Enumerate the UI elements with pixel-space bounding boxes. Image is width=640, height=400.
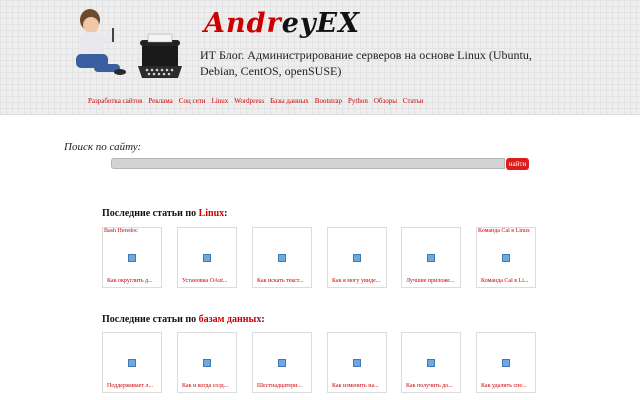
article-card[interactable]: Как удалить спе... bbox=[476, 332, 536, 393]
nav-item-reviews[interactable]: Обзоры bbox=[374, 97, 397, 105]
card-caption[interactable]: Лучшие приложе... bbox=[406, 278, 458, 284]
section-title-suffix: : bbox=[261, 314, 265, 325]
card-image-alt-text: Bash Heredoc bbox=[104, 228, 138, 234]
broken-image-icon bbox=[203, 254, 211, 262]
card-caption[interactable]: Установка OAut... bbox=[182, 278, 234, 284]
section-title-databases: Последние статьи по базам данных: bbox=[102, 314, 265, 325]
section-title-linux: Последние статьи по Linux: bbox=[102, 208, 228, 219]
broken-image-icon bbox=[128, 254, 136, 262]
nav-item-databases[interactable]: Базы данных bbox=[270, 97, 309, 105]
logo-boy-typewriter-image[interactable] bbox=[68, 6, 186, 84]
card-caption[interactable]: Как я могу увиде... bbox=[332, 278, 384, 284]
site-header: AndreyEX ИТ Блог. Администрирование серв… bbox=[0, 0, 640, 115]
search-input[interactable] bbox=[111, 158, 505, 169]
nav-item-wordpress[interactable]: Wordpress bbox=[234, 97, 264, 105]
article-card[interactable]: Как получить до... bbox=[401, 332, 461, 393]
card-caption[interactable]: Как получить до... bbox=[406, 383, 458, 389]
article-card[interactable]: Установка OAut... bbox=[177, 227, 237, 288]
site-title-link[interactable]: AndreyEX bbox=[204, 8, 360, 39]
search-label: Поиск по сайту: bbox=[64, 141, 142, 153]
card-caption[interactable]: Как и когда созд... bbox=[182, 383, 234, 389]
article-card[interactable]: Как искать текст... bbox=[252, 227, 312, 288]
article-card[interactable]: Команда Cal в Linux Команда Cal в Li... bbox=[476, 227, 536, 288]
broken-image-icon bbox=[353, 254, 361, 262]
card-caption[interactable]: Как искать текст... bbox=[257, 278, 309, 284]
card-caption[interactable]: Как округлить д... bbox=[107, 278, 159, 284]
card-caption[interactable]: Команда Cal в Li... bbox=[481, 278, 533, 284]
article-card[interactable]: Как изменить на... bbox=[327, 332, 387, 393]
nav-item-bootstrap[interactable]: Bootstrap bbox=[315, 97, 342, 105]
nav-item-linux[interactable]: Linux bbox=[212, 97, 229, 105]
card-caption[interactable]: Как удалить спе... bbox=[481, 383, 533, 389]
section-title-highlight[interactable]: базам данных bbox=[199, 314, 262, 325]
broken-image-icon bbox=[427, 359, 435, 367]
broken-image-icon bbox=[278, 359, 286, 367]
site-title-red-part: Andr bbox=[204, 8, 282, 39]
broken-image-icon bbox=[128, 359, 136, 367]
card-image-alt-text: Команда Cal в Linux bbox=[478, 228, 530, 234]
section-title-prefix: Последние статьи по bbox=[102, 314, 199, 325]
nav-item-ads[interactable]: Реклама bbox=[148, 97, 172, 105]
card-caption[interactable]: Как изменить на... bbox=[332, 383, 384, 389]
nav-item-web-dev[interactable]: Разработка сайтов bbox=[88, 97, 142, 105]
broken-image-icon bbox=[427, 254, 435, 262]
article-card[interactable]: Поддерживает л... bbox=[102, 332, 162, 393]
section-title-prefix: Последние статьи по bbox=[102, 208, 199, 219]
search-button[interactable]: найти bbox=[506, 158, 529, 170]
section-title-highlight[interactable]: Linux bbox=[199, 208, 225, 219]
nav-item-social[interactable]: Соц сети bbox=[179, 97, 206, 105]
article-card[interactable]: Шестнадцатери... bbox=[252, 332, 312, 393]
card-caption[interactable]: Поддерживает л... bbox=[107, 383, 159, 389]
broken-image-icon bbox=[278, 254, 286, 262]
broken-image-icon bbox=[502, 254, 510, 262]
site-tagline: ИТ Блог. Администрирование серверов на о… bbox=[200, 48, 532, 78]
main-nav: Разработка сайтов Реклама Соц сети Linux Wor… bbox=[88, 97, 430, 105]
broken-image-icon bbox=[203, 359, 211, 367]
nav-item-articles[interactable]: Статьи bbox=[403, 97, 424, 105]
card-caption[interactable]: Шестнадцатери... bbox=[257, 383, 309, 389]
broken-image-icon bbox=[502, 359, 510, 367]
article-card[interactable]: Лучшие приложе... bbox=[401, 227, 461, 288]
section-title-suffix: : bbox=[224, 208, 228, 219]
article-card[interactable]: Как я могу увиде... bbox=[327, 227, 387, 288]
broken-image-icon bbox=[353, 359, 361, 367]
article-card[interactable]: Как и когда созд... bbox=[177, 332, 237, 393]
article-card[interactable]: Bash Heredoc Как округлить д... bbox=[102, 227, 162, 288]
site-title-black-part: eyEX bbox=[281, 8, 361, 39]
nav-item-python[interactable]: Python bbox=[348, 97, 368, 105]
